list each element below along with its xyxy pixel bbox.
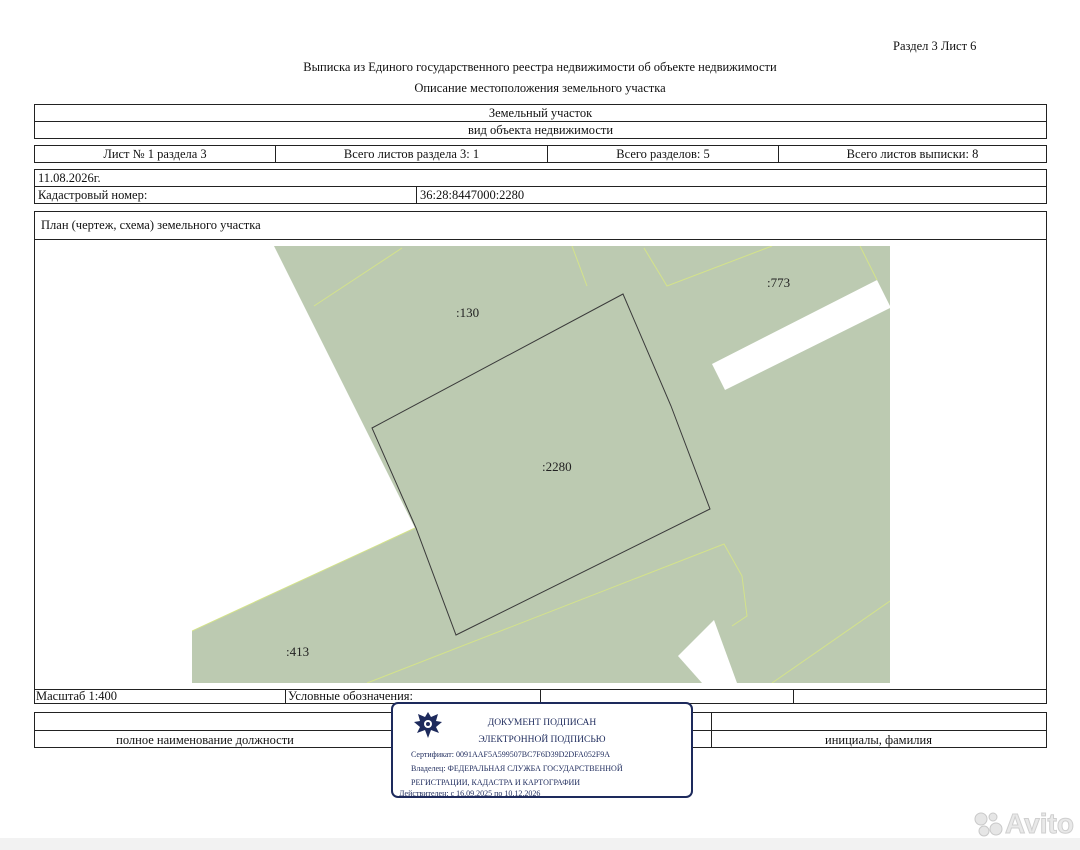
date-row: 11.08.2026г. xyxy=(34,169,1047,187)
name-caption: инициалы, фамилия xyxy=(825,733,932,747)
parcel-2280-label: :2280 xyxy=(542,459,572,474)
esig-certificate: Сертификат: 0091AAF5A599507BC7F6D39D2DFA… xyxy=(411,750,611,759)
parcel-130-label: :130 xyxy=(456,305,479,320)
sheet-of-section: Лист № 1 раздела 3 xyxy=(35,146,276,162)
total-sheets-extract: Всего листов выписки: 8 xyxy=(846,146,979,161)
legend-empty-2 xyxy=(794,690,1046,703)
total-sheets-section: Всего листов раздела 3: 1 xyxy=(276,146,548,162)
page-bottom-strip xyxy=(0,838,1080,850)
esig-owner-1: Владелец: ФЕДЕРАЛЬНАЯ СЛУЖБА ГОСУДАРСТВЕ… xyxy=(411,764,623,773)
object-type-box: Земельный участок xyxy=(34,104,1047,122)
esig-validity: Действителен: с 16.09.2025 по 10.12.2026 xyxy=(399,789,541,798)
esig-line2: ЭЛЕКТРОННОЙ ПОДПИСЬЮ xyxy=(478,735,606,745)
e-signature-stamp: ДОКУМЕНТ ПОДПИСАН ЭЛЕКТРОННОЙ ПОДПИСЬЮ С… xyxy=(391,702,693,798)
total-sections: Всего разделов: 5 xyxy=(548,146,779,162)
esig-line1: ДОКУМЕНТ ПОДПИСАН xyxy=(487,718,597,728)
plan-title-box: План (чертеж, схема) земельного участка xyxy=(34,211,1047,240)
esig-owner-2: РЕГИСТРАЦИИ, КАДАСТРА И КАРТОГРАФИИ xyxy=(411,778,581,787)
scale-label: Масштаб 1:400 xyxy=(35,689,286,703)
object-type: Земельный участок xyxy=(488,105,593,120)
object-type-caption: вид объекта недвижимости xyxy=(467,122,614,137)
cadastral-plan-map: :130 :773 :2280 :413 xyxy=(192,246,890,683)
cadastral-label: Кадастровый номер: xyxy=(35,187,417,203)
sheets-row: Лист № 1 раздела 3 Всего листов раздела … xyxy=(34,145,1047,163)
parcel-773-label: :773 xyxy=(767,275,790,290)
plan-title: План (чертеж, схема) земельного участка xyxy=(41,218,261,233)
avito-logo-icon xyxy=(974,812,1003,837)
parcel-413-label: :413 xyxy=(286,644,309,659)
extract-date: 11.08.2026г. xyxy=(38,170,101,185)
avito-watermark-text: Avito xyxy=(1005,808,1075,840)
document-subtitle: Описание местоположения земельного участ… xyxy=(414,81,666,95)
section-sheet-label: Раздел 3 Лист 6 xyxy=(893,39,977,53)
document-title: Выписка из Единого государственного реес… xyxy=(303,60,777,74)
position-caption: полное наименование должности xyxy=(116,733,294,747)
cadastral-row: Кадастровый номер: 36:28:8447000:2280 xyxy=(34,186,1047,204)
object-type-caption-box: вид объекта недвижимости xyxy=(34,121,1047,139)
cadastral-number: 36:28:8447000:2280 xyxy=(420,187,525,202)
avito-watermark: Avito xyxy=(973,808,1074,840)
